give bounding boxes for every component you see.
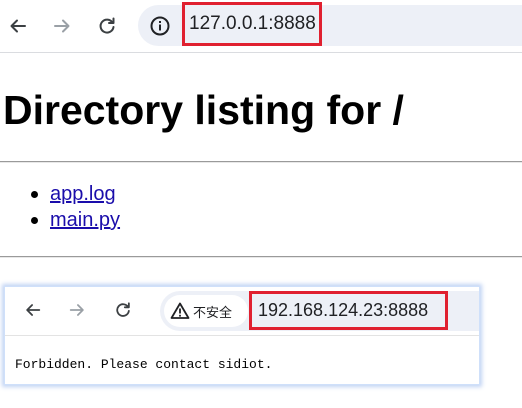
reload-icon <box>116 302 130 317</box>
inset-url-highlight-box <box>249 291 448 330</box>
back-button[interactable] <box>4 12 32 40</box>
inset-forward-button[interactable] <box>64 297 90 323</box>
reload-button[interactable] <box>93 12 121 40</box>
file-link-main-py[interactable]: main.py <box>50 209 120 232</box>
page-title: Directory listing for / <box>3 87 404 133</box>
forbidden-message: Forbidden. Please contact sidiot. <box>15 357 273 372</box>
file-link-app-log[interactable]: app.log <box>50 183 116 206</box>
inset-browser-window: 不安全 192.168.124.23:8888 Forbidden. Pleas… <box>4 286 480 385</box>
arrow-left-icon <box>10 19 26 33</box>
arrow-left-icon <box>26 304 41 316</box>
divider-top <box>0 161 522 163</box>
inset-browser-toolbar: 不安全 192.168.124.23:8888 <box>5 287 479 336</box>
info-icon[interactable] <box>149 15 171 37</box>
forward-button[interactable] <box>48 12 76 40</box>
inset-back-button[interactable] <box>20 297 46 323</box>
reload-icon <box>99 17 115 34</box>
divider-bottom <box>0 256 522 258</box>
arrow-right-icon <box>54 19 70 33</box>
url-highlight-box <box>182 2 322 46</box>
warning-triangle-icon <box>170 302 190 319</box>
arrow-right-icon <box>69 304 84 316</box>
security-label[interactable]: 不安全 <box>193 302 232 321</box>
inset-reload-button[interactable] <box>110 297 136 323</box>
